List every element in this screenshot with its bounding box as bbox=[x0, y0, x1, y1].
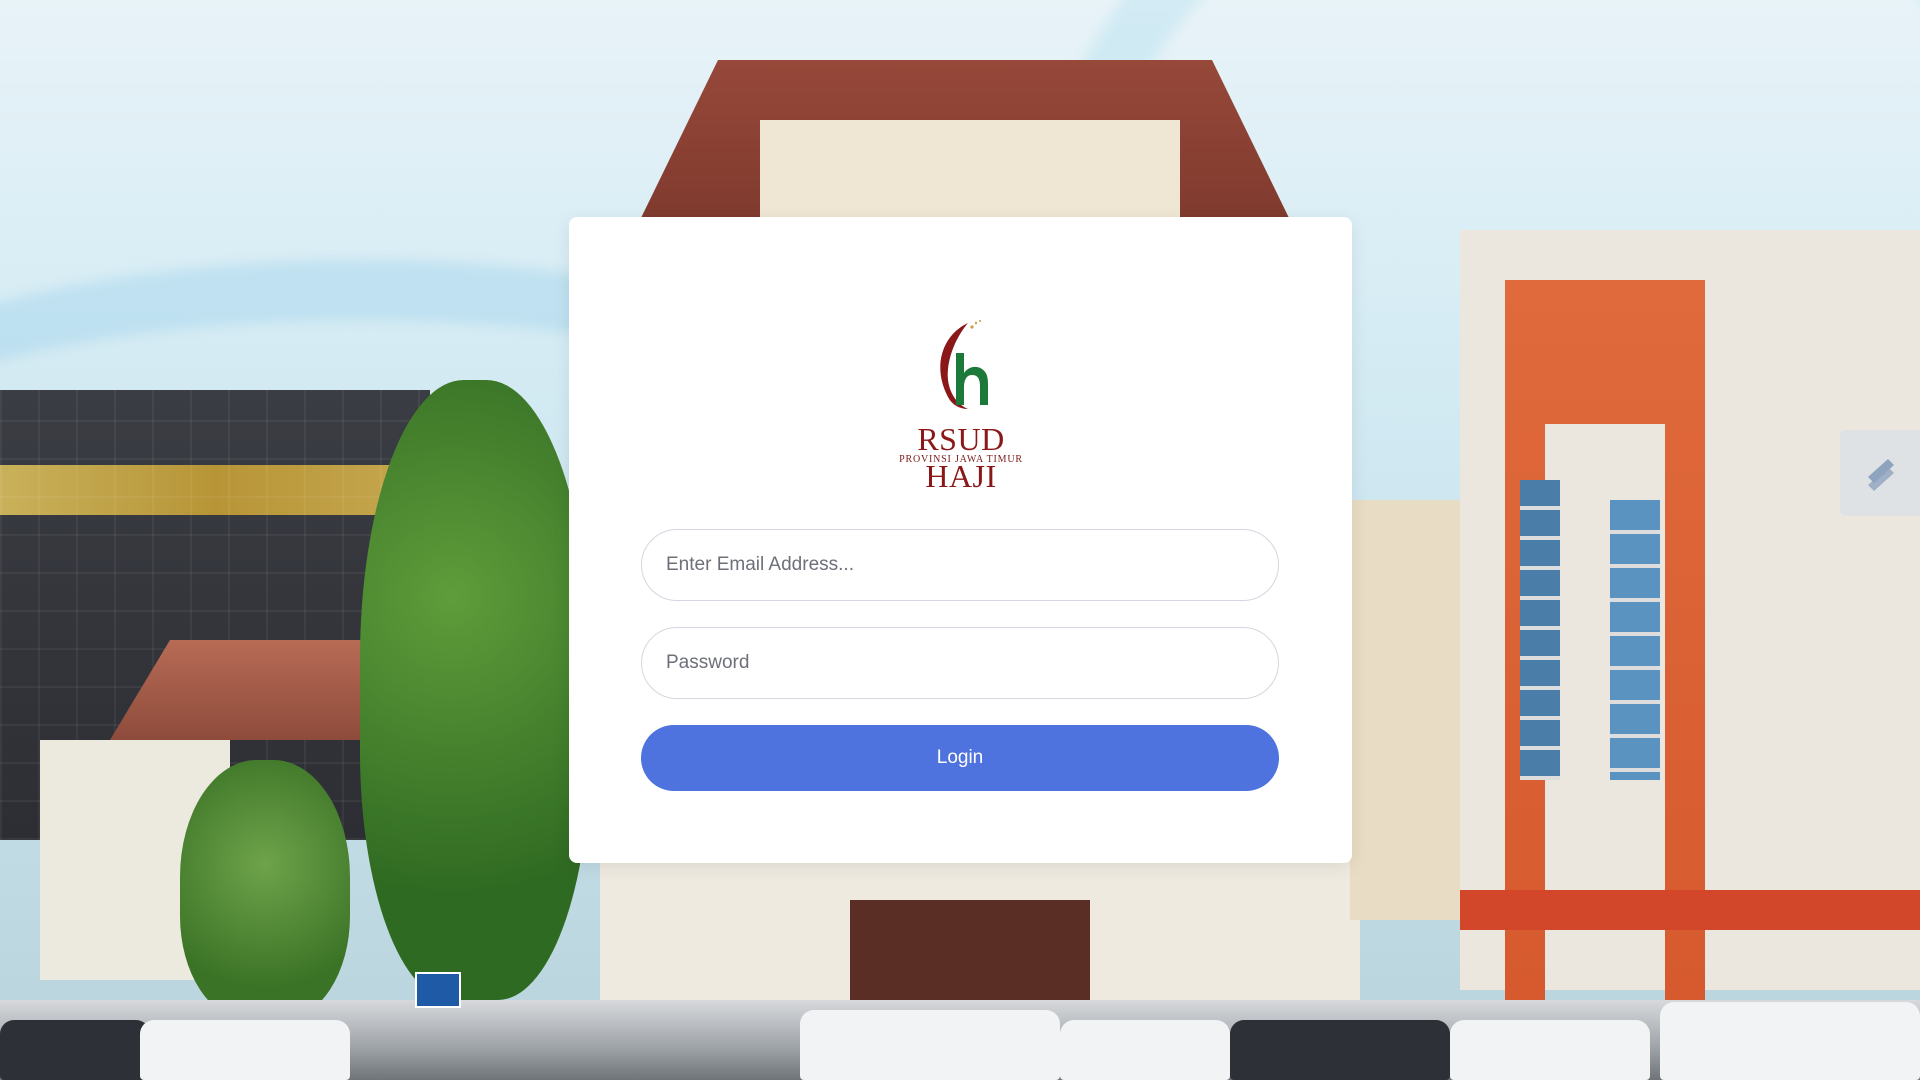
rsud-haji-h-logo-icon bbox=[940, 320, 988, 409]
login-page: RSUD HAJI PROVINSI JAWA TIMUR Login bbox=[0, 0, 1920, 1080]
side-slider-toggle[interactable] bbox=[1840, 430, 1920, 516]
car bbox=[1660, 1002, 1920, 1080]
building-windows bbox=[1610, 500, 1660, 780]
tree bbox=[180, 760, 350, 1020]
car bbox=[1230, 1020, 1450, 1080]
parked-cars bbox=[0, 1000, 1920, 1080]
tree bbox=[360, 380, 590, 1000]
logo-subtitle: PROVINSI JAWA TIMUR bbox=[899, 454, 1023, 465]
car bbox=[1060, 1020, 1230, 1080]
login-button[interactable]: Login bbox=[641, 725, 1279, 791]
car bbox=[140, 1020, 350, 1080]
email-input[interactable] bbox=[641, 529, 1279, 601]
password-input[interactable] bbox=[641, 627, 1279, 699]
road-sign bbox=[415, 972, 461, 1008]
car bbox=[0, 1020, 150, 1080]
rsud-haji-logo: RSUD HAJI PROVINSI JAWA TIMUR bbox=[880, 317, 1042, 494]
building-windows bbox=[1520, 480, 1560, 780]
car bbox=[1450, 1020, 1650, 1080]
slider-toggle-icon bbox=[1868, 459, 1894, 491]
car bbox=[800, 1010, 1060, 1080]
central-building bbox=[760, 120, 1180, 220]
login-card: RSUD HAJI PROVINSI JAWA TIMUR Login bbox=[569, 217, 1352, 863]
